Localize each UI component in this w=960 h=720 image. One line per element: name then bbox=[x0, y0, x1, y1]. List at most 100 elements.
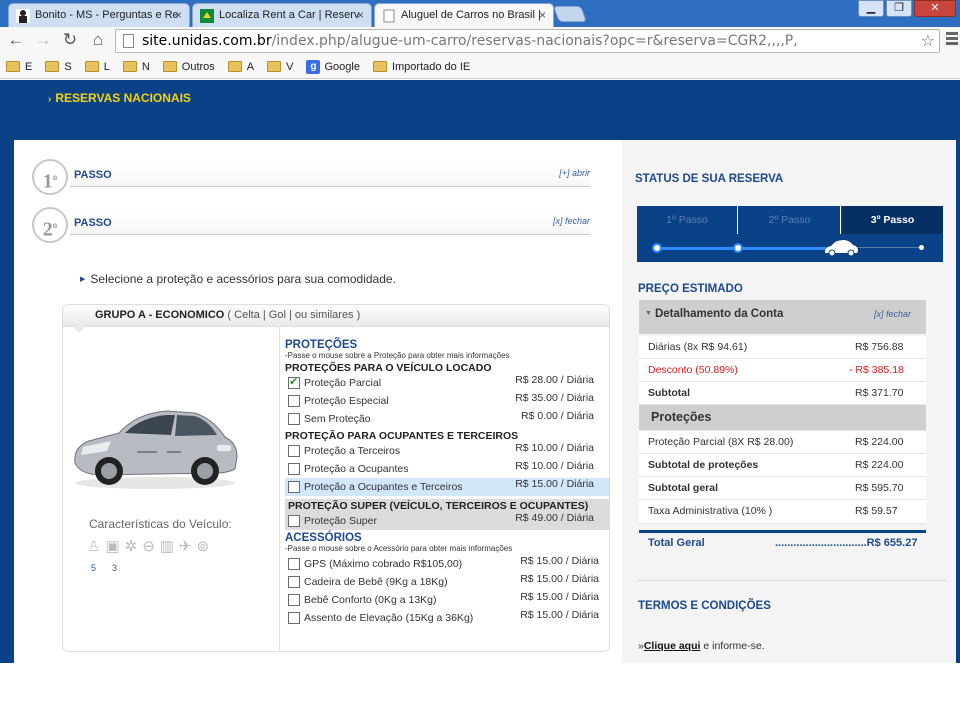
bookmark-folder-a[interactable]: A bbox=[227, 61, 254, 73]
person-favicon-icon bbox=[16, 9, 30, 23]
option-protecao-terceiros[interactable]: Proteção a Terceiros R$ 10.00 / Diária bbox=[285, 442, 609, 460]
progress-step-1: 1º Passo bbox=[637, 206, 738, 234]
close-window-button[interactable]: ✕ bbox=[914, 0, 956, 17]
option-label: Proteção Super bbox=[304, 515, 377, 527]
option-cadeira-bebe[interactable]: Cadeira de Bebê (9Kg a 18Kg) R$ 15.00 / D… bbox=[285, 573, 609, 591]
progress-step-2: 2º Passo bbox=[739, 206, 841, 234]
characteristics-numbers: 53 bbox=[91, 563, 133, 573]
option-protecao-super[interactable]: Proteção Super R$ 49.00 / Diária bbox=[285, 512, 609, 530]
bookmark-folder-s[interactable]: S bbox=[45, 60, 72, 73]
checkbox[interactable] bbox=[288, 558, 300, 570]
option-price: R$ 15.00 / Diária bbox=[520, 573, 599, 585]
progress-dot bbox=[733, 243, 743, 253]
bookmark-folder-v[interactable]: V bbox=[267, 61, 293, 73]
maximize-button[interactable]: ❐ bbox=[886, 0, 912, 17]
nav-reservas-nacionais[interactable]: › RESERVAS NACIONAIS bbox=[48, 91, 191, 105]
tab-unidas[interactable]: Aluguel de Carros no Brasil | × bbox=[374, 3, 554, 27]
option-label: Assento de Elevação (15Kg a 36Kg) bbox=[304, 612, 474, 624]
doors-icon: ▥ bbox=[159, 538, 174, 555]
bookmark-folder-l[interactable]: L bbox=[84, 60, 110, 73]
instruction-text: ▶ Selecione a proteção e acessórios para … bbox=[80, 272, 396, 286]
folder-icon bbox=[45, 61, 60, 72]
folder-icon bbox=[267, 61, 282, 72]
checkbox[interactable] bbox=[288, 445, 300, 457]
folder-icon bbox=[6, 61, 20, 72]
price-value: R$ 371.70 bbox=[855, 387, 904, 399]
menu-icon[interactable] bbox=[946, 32, 958, 47]
characteristics-icons: ♙ ▣ ✲ ⊖ ▥ ✈ ⊚ bbox=[87, 537, 209, 555]
checkbox[interactable] bbox=[288, 612, 300, 624]
new-tab-button[interactable] bbox=[553, 6, 587, 22]
step-1: 1o PASSO [+] abrir bbox=[32, 159, 592, 195]
car-image bbox=[74, 410, 238, 489]
option-label: Bebê Conforto (0Kg a 13Kg) bbox=[304, 594, 437, 606]
step-1-open-link[interactable]: [+] abrir bbox=[559, 168, 590, 178]
bookmark-google[interactable]: g Google bbox=[306, 59, 360, 74]
checkbox[interactable] bbox=[288, 463, 300, 475]
checkbox[interactable] bbox=[288, 395, 300, 407]
bookmark-folder-e[interactable]: E bbox=[6, 61, 32, 73]
option-label: Proteção a Ocupantes bbox=[304, 463, 409, 475]
air-conditioning-icon: ✲ bbox=[124, 538, 138, 555]
option-assento-elevacao[interactable]: Assento de Elevação (15Kg a 36Kg) R$ 15.0… bbox=[285, 609, 609, 627]
checkbox[interactable] bbox=[288, 594, 300, 606]
price-row-subtotal-geral: Subtotal geral R$ 595.70 bbox=[639, 477, 926, 500]
step-1-bar: PASSO [+] abrir bbox=[70, 165, 590, 187]
price-value: R$ 595.70 bbox=[855, 482, 904, 494]
step-2-close-link[interactable]: [x] fechar bbox=[553, 216, 590, 226]
option-price: R$ 35.00 / Diária bbox=[515, 392, 594, 404]
option-price: R$ 15.00 / Diária bbox=[520, 555, 599, 567]
bookmark-folder-importado[interactable]: Importado do IE bbox=[372, 61, 470, 73]
back-arrow-icon[interactable]: ← bbox=[6, 30, 26, 50]
car-group-name: GRUPO A - ECONOMICO bbox=[95, 309, 225, 321]
bookmark-label: E bbox=[25, 60, 33, 73]
web-page: › RESERVAS NACIONAIS 1o PASSO [+] abrir 2… bbox=[0, 80, 960, 663]
detail-close-link[interactable]: [x] fechar bbox=[874, 309, 911, 319]
step-2: 2o PASSO [x] fechar bbox=[32, 207, 592, 243]
checkbox[interactable] bbox=[288, 481, 300, 493]
status-title: STATUS DE SUA RESERVA bbox=[635, 173, 784, 185]
step-1-label: PASSO bbox=[74, 169, 112, 181]
car-group-similar: ( Celta | Gol | ou similares ) bbox=[227, 309, 361, 321]
tab-localiza[interactable]: Localiza Rent a Car | Reserv × bbox=[192, 3, 372, 27]
option-label: Proteção a Ocupantes e Terceiros bbox=[304, 481, 463, 493]
checkbox[interactable] bbox=[288, 515, 300, 527]
checkbox[interactable] bbox=[288, 413, 300, 425]
bookmark-folder-outros[interactable]: Outros bbox=[162, 61, 215, 73]
option-protecao-ocupantes[interactable]: Proteção a Ocupantes R$ 10.00 / Diária bbox=[285, 460, 609, 478]
home-icon[interactable]: ⌂ bbox=[88, 30, 108, 50]
detail-header: ▼ Detalhamento da Conta [x] fechar bbox=[639, 300, 926, 334]
option-protecao-especial[interactable]: Proteção Especial R$ 35.00 / Diária bbox=[285, 392, 609, 410]
browser-toolbar: ← → ↻ ⌂ site.unidas.com.br/index.php/alu… bbox=[0, 27, 960, 55]
bookmark-folder-n[interactable]: N bbox=[122, 61, 150, 73]
checkbox[interactable] bbox=[288, 576, 300, 588]
price-label: Proteção Parcial (8X R$ 28.00) bbox=[648, 436, 794, 448]
bookmark-label: L bbox=[103, 60, 110, 73]
minimize-button[interactable]: ▁ bbox=[858, 0, 884, 17]
price-label: Subtotal de proteções bbox=[648, 459, 759, 471]
veiculo-subtitle: PROTEÇÕES PARA O VEÍCULO LOCADO bbox=[285, 362, 492, 374]
header-notch bbox=[71, 325, 87, 333]
termos-text: »Clique aqui e informe-se. bbox=[638, 640, 765, 652]
option-bebe-conforto[interactable]: Bebê Conforto (0Kg a 13Kg) R$ 15.00 / Diá… bbox=[285, 591, 609, 609]
reload-icon[interactable]: ↻ bbox=[60, 30, 80, 50]
checkbox-checked[interactable] bbox=[288, 375, 300, 389]
folder-icon bbox=[84, 61, 99, 72]
tab-bonito[interactable]: Bonito - MS - Perguntas e Re × bbox=[8, 3, 190, 27]
termos-link[interactable]: Clique aqui bbox=[644, 640, 701, 652]
page-icon bbox=[123, 34, 134, 48]
close-tab-icon[interactable]: × bbox=[357, 8, 364, 22]
close-tab-icon[interactable]: × bbox=[175, 8, 182, 22]
bookmark-star-icon[interactable]: ☆ bbox=[921, 31, 935, 50]
tab-strip: Bonito - MS - Perguntas e Re × Localiza … bbox=[0, 0, 960, 27]
option-protecao-ocupantes-terceiros[interactable]: Proteção a Ocupantes e Terceiros R$ 15.00… bbox=[285, 478, 609, 496]
close-tab-icon[interactable]: × bbox=[539, 8, 546, 22]
total-value: ..............................R$ 655.27 bbox=[775, 537, 918, 549]
option-sem-protecao[interactable]: Sem Proteção R$ 0.00 / Diária bbox=[285, 410, 609, 428]
option-gps[interactable]: GPS (Máximo cobrado R$105,00) R$ 15.00 / … bbox=[285, 555, 609, 573]
reservation-status-panel: STATUS DE SUA RESERVA 1º Passo 2º Passo … bbox=[622, 140, 956, 663]
address-bar[interactable]: site.unidas.com.br/index.php/alugue-um-c… bbox=[115, 29, 940, 53]
bookmark-label: S bbox=[64, 60, 72, 73]
forward-arrow-icon[interactable]: → bbox=[33, 30, 53, 50]
option-protecao-parcial[interactable]: Proteção Parcial R$ 28.00 / Diária bbox=[285, 374, 609, 392]
